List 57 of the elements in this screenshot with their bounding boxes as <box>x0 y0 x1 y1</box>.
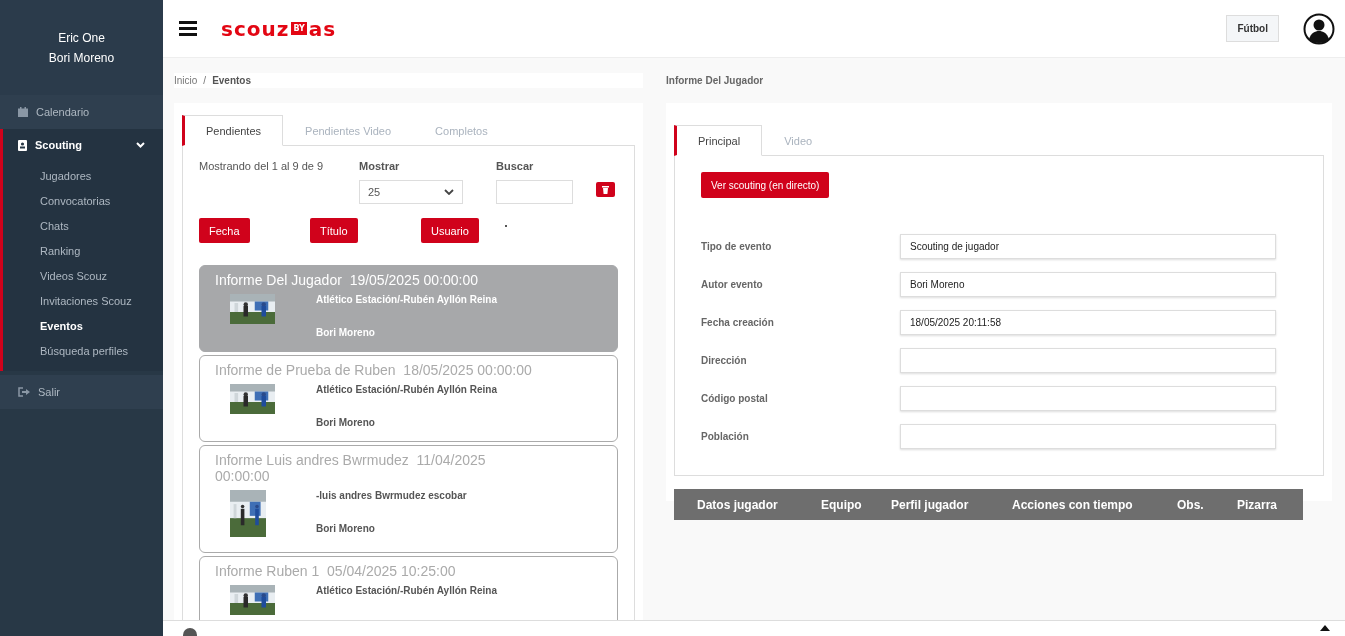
event-user: Bori Moreno <box>316 417 376 428</box>
menu-item[interactable]: Salir <box>0 375 163 409</box>
event-card[interactable]: Informe Ruben 1 05/04/2025 10:25:00 Atlético Estación/-Rubén Ayllón Reina <box>199 556 618 620</box>
field-label: Autor evento <box>701 279 764 290</box>
submenu-item[interactable]: Búsqueda perfiles <box>3 338 163 363</box>
breadcrumb-separator: / <box>203 75 207 86</box>
sort-button[interactable]: Título <box>310 218 358 243</box>
section-title: Informe Del Jugador <box>666 74 765 88</box>
text-field[interactable]: Scouting de jugador <box>900 234 1276 259</box>
event-title: Informe Luis andres Bwrmudez 11/04/2025 00:00:00 <box>215 452 487 484</box>
tab[interactable]: Principal <box>674 125 763 156</box>
menu-item[interactable]: Calendario <box>0 95 163 129</box>
column-header: Obs. <box>1177 497 1205 512</box>
breadcrumb-current: Eventos <box>212 75 252 86</box>
field-label: Buscar <box>496 160 535 172</box>
submenu-item[interactable]: Invitaciones Scouz <box>3 288 163 313</box>
field-label: Mostrar <box>359 160 401 172</box>
event-user: Bori Moreno <box>316 523 376 534</box>
page-size-select[interactable]: 25 <box>359 180 463 204</box>
sport-button[interactable]: Fútbol <box>1226 15 1279 42</box>
submenu-item[interactable]: Ranking <box>3 238 163 263</box>
sort-button[interactable]: Usuario <box>421 218 479 243</box>
tab[interactable]: Pendientes <box>182 115 284 146</box>
breadcrumb-link[interactable]: Inicio <box>174 75 198 86</box>
submenu-item[interactable]: Chats <box>3 213 163 238</box>
field-label: Tipo de evento <box>701 241 773 252</box>
event-card[interactable]: Informe Luis andres Bwrmudez 11/04/2025 00:00:00 -luis andres Bwrmudez escobar Bori Moreno <box>199 445 618 553</box>
column-header: Equipo <box>821 497 863 512</box>
column-header: Acciones con tiempo <box>1012 497 1134 512</box>
event-title: Informe Del Jugador 19/05/2025 00:00:00 <box>215 272 480 288</box>
field-label: Código postal <box>701 393 769 404</box>
event-card[interactable]: Informe de Prueba de Ruben 18/05/2025 00:00:00 Atlético Estación/-Rubén Ayllón Reina Bori Moreno <box>199 355 618 442</box>
event-user: Bori Moreno <box>316 327 376 338</box>
user-name: Bori Moreno <box>48 50 115 65</box>
event-title: Informe de Prueba de Ruben 18/05/2025 00:00:00 <box>215 362 533 378</box>
event-title: Informe Ruben 1 05/04/2025 10:25:00 <box>215 563 457 579</box>
results-count: Mostrando del 1 al 9 de 9 <box>199 160 325 172</box>
submenu-item[interactable]: Jugadores <box>3 163 163 188</box>
live-scouting-button[interactable]: Ver scouting (en directo) <box>701 172 830 198</box>
field-label: Población <box>701 431 750 442</box>
field-label: Fecha creación <box>701 317 775 328</box>
submenu-item[interactable]: Convocatorias <box>3 188 163 213</box>
sort-button[interactable]: Fecha <box>199 218 250 243</box>
column-header: Pizarra <box>1237 497 1279 512</box>
user-name: Eric One <box>58 30 105 45</box>
column-header: Perfil jugador <box>891 497 970 512</box>
text-field[interactable]: 18/05/2025 20:11:58 <box>900 310 1276 335</box>
event-team: Atlético Estación/-Rubén Ayllón Reina <box>316 294 498 305</box>
event-team: -luis andres Bwrmudez escobar <box>316 490 468 501</box>
text-field[interactable]: Bori Moreno <box>900 272 1276 297</box>
menu-item[interactable]: Scouting <box>3 129 163 161</box>
submenu-item[interactable]: Eventos <box>3 313 163 338</box>
column-header: Datos jugador <box>697 497 779 512</box>
event-team: Atlético Estación/-Rubén Ayllón Reina <box>316 585 498 596</box>
field-label: Dirección <box>701 355 748 366</box>
event-team: Atlético Estación/-Rubén Ayllón Reina <box>316 384 498 395</box>
submenu-item[interactable]: Videos Scouz <box>3 263 163 288</box>
